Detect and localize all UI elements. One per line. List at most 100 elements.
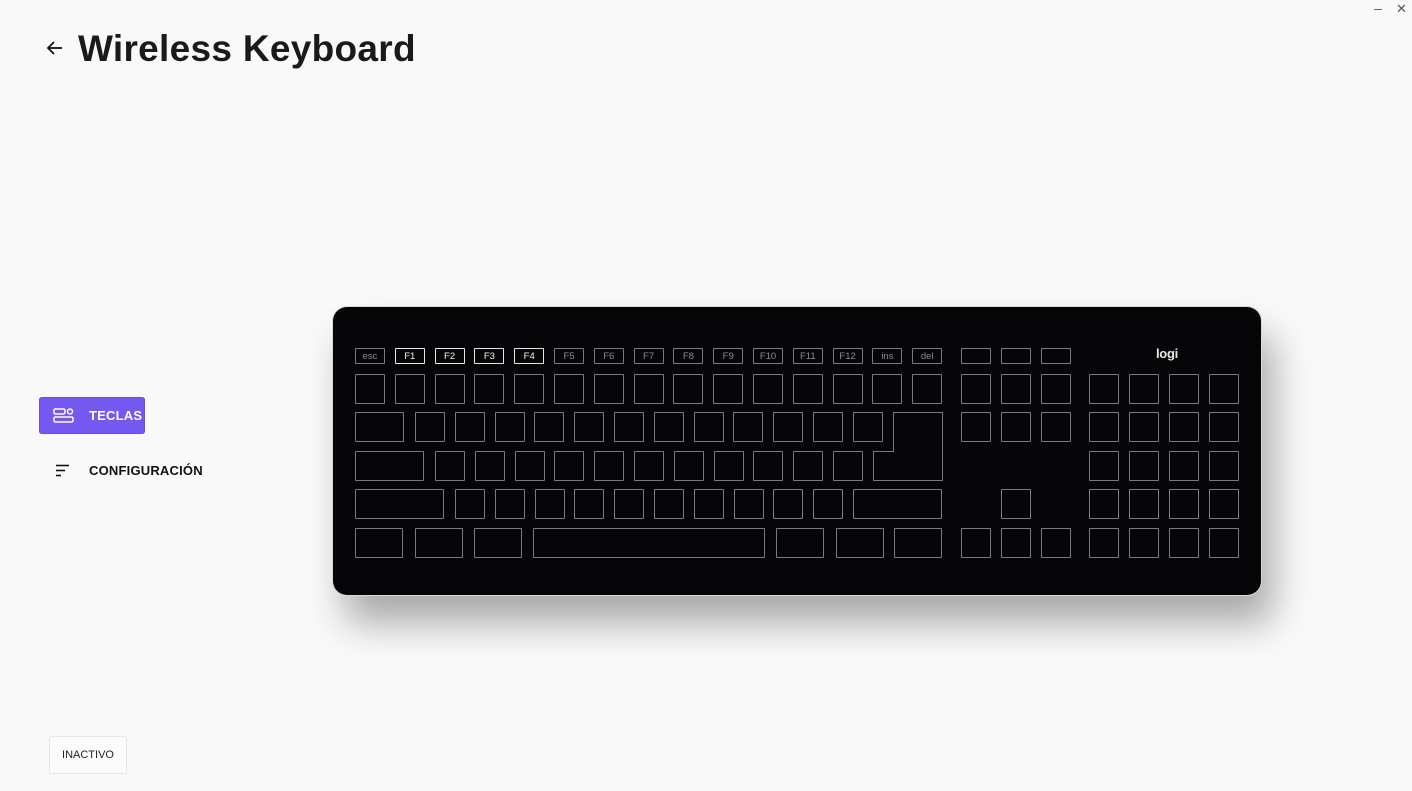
key[interactable] bbox=[773, 489, 804, 519]
key[interactable] bbox=[1001, 348, 1031, 364]
key[interactable] bbox=[1209, 528, 1239, 558]
key[interactable] bbox=[634, 451, 664, 481]
key[interactable] bbox=[1089, 374, 1119, 404]
key[interactable] bbox=[912, 374, 943, 404]
key[interactable] bbox=[1089, 528, 1119, 558]
key[interactable] bbox=[474, 451, 505, 481]
key[interactable] bbox=[1129, 412, 1159, 442]
key[interactable] bbox=[614, 412, 644, 442]
key-esc[interactable]: esc bbox=[355, 348, 385, 364]
key[interactable] bbox=[1001, 374, 1031, 404]
key[interactable] bbox=[853, 489, 942, 519]
sidebar-item-configuracion[interactable]: CONFIGURACIÓN bbox=[50, 457, 210, 485]
key[interactable] bbox=[733, 489, 764, 519]
key[interactable] bbox=[574, 412, 605, 442]
key[interactable] bbox=[434, 374, 465, 404]
key-f4[interactable]: F4 bbox=[514, 348, 545, 364]
close-button[interactable]: ✕ bbox=[1396, 1, 1407, 17]
key[interactable] bbox=[415, 528, 463, 558]
key[interactable] bbox=[1001, 489, 1031, 519]
key[interactable] bbox=[455, 489, 485, 519]
key[interactable] bbox=[394, 374, 425, 404]
key[interactable] bbox=[593, 374, 624, 404]
key[interactable] bbox=[773, 412, 804, 442]
key[interactable] bbox=[355, 412, 404, 442]
key-f6[interactable]: F6 bbox=[593, 348, 624, 364]
key[interactable] bbox=[474, 528, 522, 558]
key[interactable] bbox=[355, 374, 385, 404]
key[interactable] bbox=[514, 451, 545, 481]
key[interactable] bbox=[753, 451, 784, 481]
key-f10[interactable]: F10 bbox=[753, 348, 783, 364]
key[interactable] bbox=[654, 489, 684, 519]
key-f12[interactable]: F12 bbox=[832, 348, 863, 364]
key[interactable] bbox=[594, 451, 625, 481]
key[interactable] bbox=[533, 528, 765, 558]
key[interactable] bbox=[554, 374, 584, 404]
key[interactable] bbox=[793, 451, 824, 481]
key[interactable] bbox=[554, 451, 585, 481]
key[interactable] bbox=[355, 528, 403, 558]
key[interactable] bbox=[1129, 528, 1159, 558]
key-f1[interactable]: F1 bbox=[394, 348, 425, 364]
key[interactable] bbox=[355, 489, 444, 519]
key[interactable] bbox=[574, 489, 605, 519]
key[interactable] bbox=[961, 412, 991, 442]
key[interactable] bbox=[1001, 528, 1031, 558]
key[interactable] bbox=[872, 374, 903, 404]
key[interactable] bbox=[454, 412, 485, 442]
key[interactable] bbox=[673, 451, 704, 481]
key[interactable] bbox=[1041, 348, 1071, 364]
key[interactable] bbox=[1089, 489, 1119, 519]
status-inactive-button[interactable]: INACTIVO bbox=[49, 736, 127, 774]
key[interactable] bbox=[1089, 451, 1119, 481]
back-arrow-icon[interactable] bbox=[44, 37, 66, 59]
key[interactable] bbox=[1209, 489, 1239, 519]
key[interactable] bbox=[1169, 489, 1199, 519]
key[interactable] bbox=[1169, 374, 1199, 404]
key[interactable] bbox=[894, 528, 942, 558]
key[interactable] bbox=[355, 451, 424, 481]
key[interactable] bbox=[1209, 412, 1239, 442]
key[interactable] bbox=[435, 451, 465, 481]
key-del[interactable]: del bbox=[912, 348, 943, 364]
key-f8[interactable]: F8 bbox=[673, 348, 704, 364]
sidebar-item-teclas[interactable]: TECLAS bbox=[39, 397, 145, 434]
key[interactable] bbox=[961, 348, 991, 364]
key[interactable] bbox=[753, 374, 783, 404]
key[interactable] bbox=[693, 489, 724, 519]
key[interactable] bbox=[673, 374, 704, 404]
key[interactable] bbox=[1209, 451, 1239, 481]
key-f5[interactable]: F5 bbox=[554, 348, 584, 364]
key[interactable] bbox=[1129, 374, 1159, 404]
key[interactable] bbox=[514, 374, 545, 404]
key[interactable] bbox=[713, 374, 744, 404]
key[interactable] bbox=[1041, 374, 1071, 404]
key[interactable] bbox=[1089, 412, 1119, 442]
key[interactable] bbox=[653, 412, 684, 442]
key-f11[interactable]: F11 bbox=[792, 348, 823, 364]
key[interactable] bbox=[1129, 489, 1159, 519]
key[interactable] bbox=[792, 374, 823, 404]
key[interactable] bbox=[1001, 412, 1031, 442]
key[interactable] bbox=[1129, 451, 1159, 481]
key[interactable] bbox=[776, 528, 824, 558]
key[interactable] bbox=[1169, 412, 1199, 442]
enter-key[interactable] bbox=[873, 412, 943, 481]
key[interactable] bbox=[474, 374, 505, 404]
key[interactable] bbox=[693, 412, 724, 442]
key-ins[interactable]: ins bbox=[872, 348, 903, 364]
key[interactable] bbox=[961, 528, 991, 558]
key[interactable] bbox=[1041, 528, 1071, 558]
key[interactable] bbox=[813, 412, 843, 442]
key[interactable] bbox=[1041, 412, 1071, 442]
key[interactable] bbox=[534, 489, 565, 519]
key[interactable] bbox=[733, 412, 764, 442]
key[interactable] bbox=[961, 374, 991, 404]
key[interactable] bbox=[833, 451, 863, 481]
key[interactable] bbox=[614, 489, 645, 519]
key-f9[interactable]: F9 bbox=[713, 348, 744, 364]
key[interactable] bbox=[832, 374, 863, 404]
key[interactable] bbox=[1169, 528, 1199, 558]
key-f3[interactable]: F3 bbox=[474, 348, 505, 364]
